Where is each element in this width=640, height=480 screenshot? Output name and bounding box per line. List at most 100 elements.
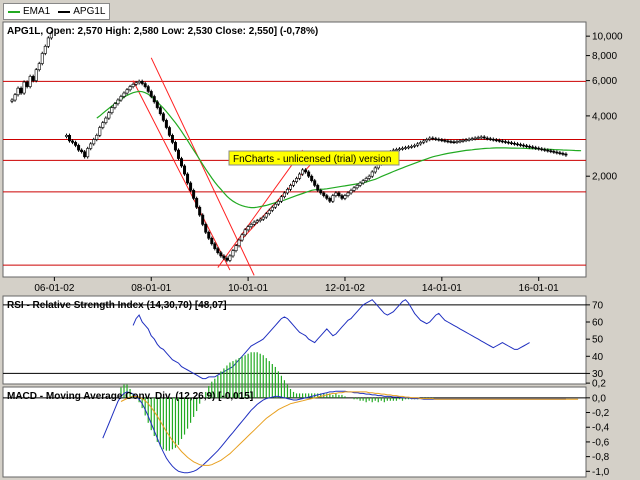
candle-body xyxy=(449,141,453,143)
candle-body xyxy=(500,140,504,143)
candle-body xyxy=(246,226,250,231)
candle-body xyxy=(461,140,465,142)
candle-body xyxy=(216,248,220,254)
candle xyxy=(98,125,102,138)
candle-body xyxy=(255,220,259,223)
candle-body xyxy=(506,141,510,144)
macd-y-tick-label: -1,0 xyxy=(592,467,610,478)
candle xyxy=(46,36,50,49)
candle xyxy=(164,118,168,130)
candle-body xyxy=(464,139,468,142)
candle-body xyxy=(516,143,520,146)
candle-body xyxy=(295,178,299,182)
candle-body xyxy=(452,141,456,144)
chart-window: EMA1 APG1L 10,000 8,000 6,000 4,000 2,000 06-… xyxy=(0,0,640,480)
candle-body xyxy=(288,185,292,190)
candle-body xyxy=(410,146,414,148)
candle-body xyxy=(95,135,99,140)
candle-body xyxy=(440,139,444,142)
candle-body xyxy=(531,146,535,149)
macd-y-tick-label: 0,0 xyxy=(592,393,606,404)
candle-body xyxy=(434,138,438,140)
candle-body xyxy=(373,167,377,173)
candle-body xyxy=(407,146,411,149)
candle-body xyxy=(358,182,362,186)
candle-body xyxy=(564,153,568,156)
candle-body xyxy=(92,139,96,145)
candle-body xyxy=(101,122,105,128)
candle-body xyxy=(540,148,544,151)
candle-body xyxy=(337,192,341,196)
candle-body xyxy=(68,135,72,142)
candle-body xyxy=(261,216,265,220)
candle-body xyxy=(234,245,238,251)
candle-body xyxy=(19,87,23,94)
candle-body xyxy=(249,224,253,227)
candle-body xyxy=(25,81,29,87)
candle-body xyxy=(491,138,495,141)
candle-body xyxy=(122,92,126,97)
macd-y-tick-label: -0,2 xyxy=(592,408,610,419)
candle-body xyxy=(186,173,190,184)
candle-body xyxy=(304,169,308,173)
candle-body xyxy=(228,255,232,261)
candle-body xyxy=(131,84,135,87)
candle-body xyxy=(310,175,314,181)
candle-body xyxy=(446,140,450,143)
candle-body xyxy=(10,99,14,102)
candle-body xyxy=(479,136,483,139)
chart-svg[interactable]: 10,000 8,000 6,000 4,000 2,000 06-01-02 08-01-… xyxy=(0,0,640,480)
candle-body xyxy=(494,139,498,142)
candle-body xyxy=(476,137,480,139)
candle-body xyxy=(497,140,501,142)
candle xyxy=(180,156,184,168)
candle-body xyxy=(219,252,223,257)
candle-body xyxy=(503,141,507,143)
candle-body xyxy=(470,138,474,140)
candle-body xyxy=(140,81,144,84)
candle-body xyxy=(276,200,280,205)
candle-body xyxy=(149,91,153,97)
candle-body xyxy=(325,195,329,199)
candle-body xyxy=(37,63,41,71)
candle-body xyxy=(83,151,87,158)
candle-body xyxy=(258,218,262,221)
candle-body xyxy=(173,142,177,151)
candle-body xyxy=(285,189,289,194)
candle-body xyxy=(349,190,353,194)
candle-body xyxy=(455,141,459,143)
candle-body xyxy=(488,138,492,140)
candle-body xyxy=(71,140,75,143)
candle-body xyxy=(170,135,174,143)
x-tick-label: 10-01-01 xyxy=(228,283,268,294)
candle-body xyxy=(519,144,523,146)
candle-body xyxy=(413,145,417,147)
watermark-text: FnCharts - unlicensed (trial) version xyxy=(233,154,391,165)
candle-body xyxy=(110,107,114,113)
candle xyxy=(161,112,165,123)
candle-body xyxy=(243,229,247,236)
candle-body xyxy=(195,198,199,208)
candle-body xyxy=(22,81,26,94)
candle xyxy=(201,213,205,227)
price-y-tick-label: 2,000 xyxy=(592,172,617,183)
candle-body xyxy=(143,83,147,87)
macd-y-tick-label: 0,2 xyxy=(592,379,606,390)
candle-body xyxy=(328,198,332,202)
candle-body xyxy=(370,171,374,177)
candle-body xyxy=(104,117,108,123)
candle xyxy=(192,188,196,201)
x-tick-label: 08-01-01 xyxy=(131,283,171,294)
x-tick-label: 06-01-02 xyxy=(34,283,74,294)
candle-body xyxy=(164,120,168,128)
candle-body xyxy=(334,192,338,196)
candle-body xyxy=(404,147,408,149)
candle xyxy=(43,44,47,56)
candle-body xyxy=(180,158,184,167)
candle-body xyxy=(367,175,371,179)
candle-body xyxy=(522,144,526,147)
candle-body xyxy=(222,255,226,259)
candle-body xyxy=(537,147,541,150)
candle-body xyxy=(431,137,435,140)
candle-body xyxy=(74,142,78,146)
